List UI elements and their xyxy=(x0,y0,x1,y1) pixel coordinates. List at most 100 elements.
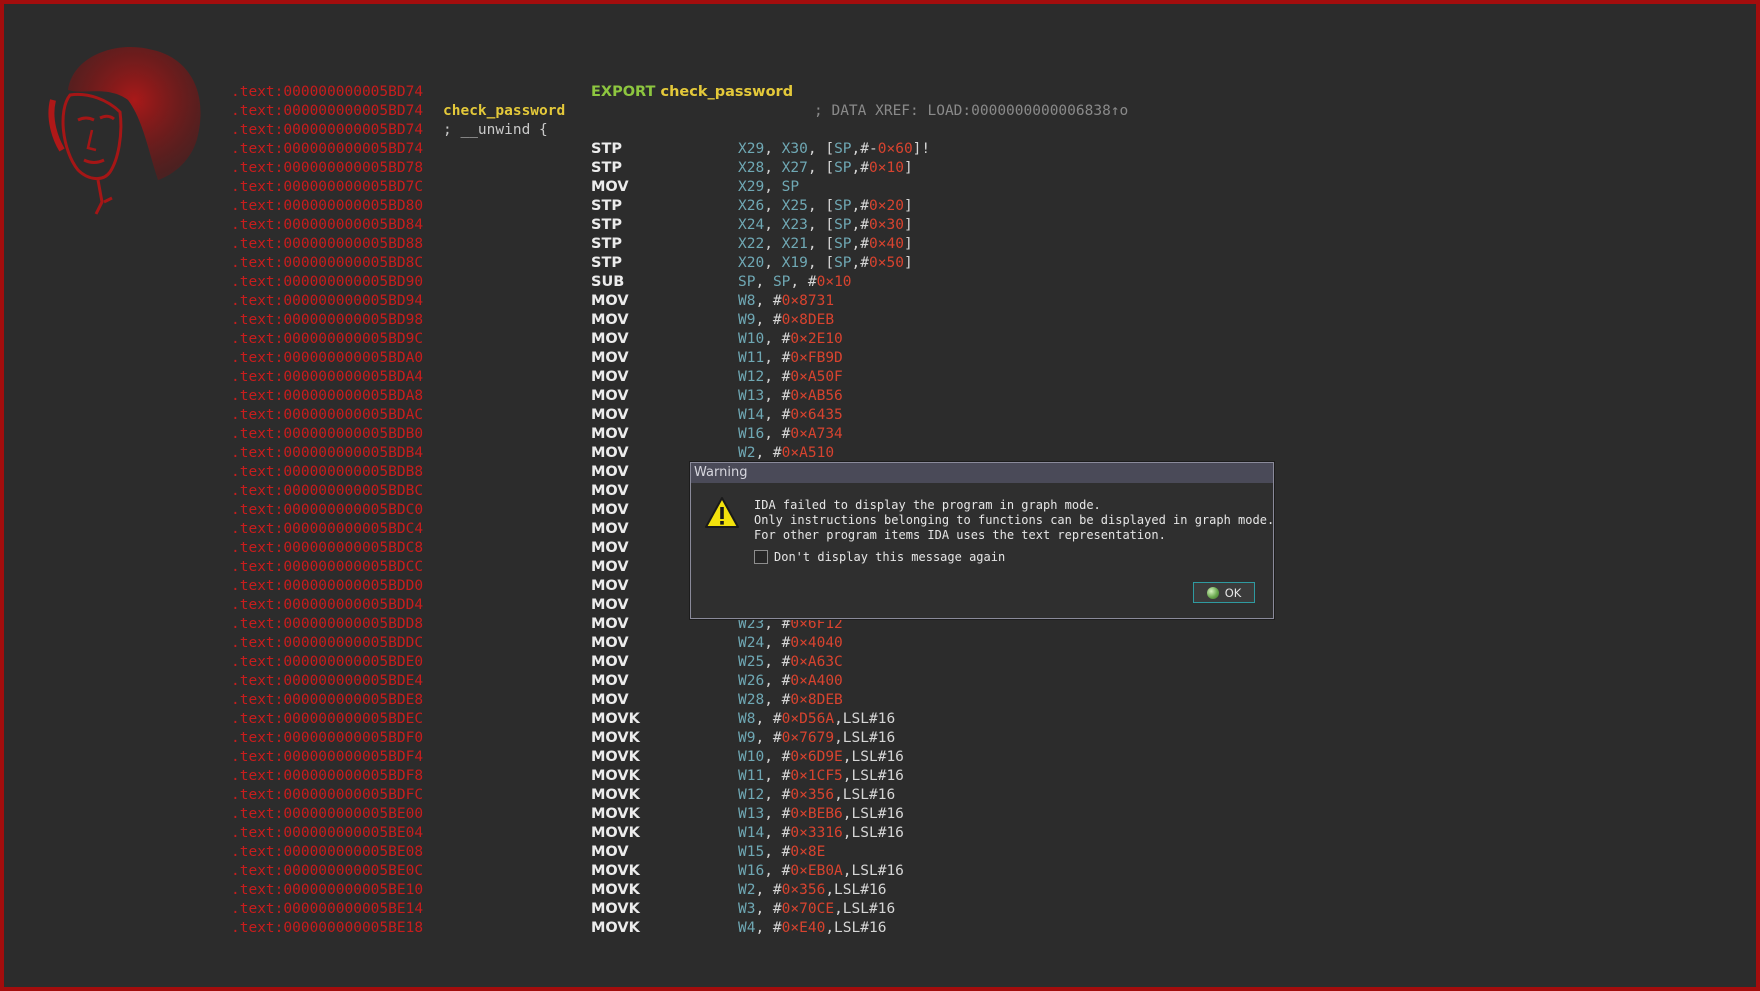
listing-line[interactable]: .text:000000000005BDA8 MOV W13, #0×AB56 xyxy=(231,387,1331,406)
instruction-operands[interactable]: X20, X19, [SP,#0×50] xyxy=(738,254,913,273)
instruction-operands[interactable]: W2, #0×356,LSL#16 xyxy=(738,881,886,900)
register-operand[interactable]: W25 xyxy=(738,654,764,670)
register-operand[interactable]: W14 xyxy=(738,407,764,423)
register-operand[interactable]: W15 xyxy=(738,844,764,860)
line-address[interactable]: .text:000000000005BE10 xyxy=(231,881,423,900)
listing-line[interactable]: .text:000000000005BD90 SUB SP, SP, #0×10 xyxy=(231,273,1331,292)
register-operand[interactable]: W13 xyxy=(738,806,764,822)
immediate-value[interactable]: 0×EB0A xyxy=(790,863,842,879)
instruction-operands[interactable]: W10, #0×6D9E,LSL#16 xyxy=(738,748,904,767)
instruction-operands[interactable]: W26, #0×A400 xyxy=(738,672,843,691)
immediate-value[interactable]: 0×50 xyxy=(869,255,904,271)
immediate-value[interactable]: 0×FB9D xyxy=(790,350,842,366)
listing-line[interactable]: .text:000000000005BD74 STP X29, X30, [SP,#… xyxy=(231,140,1331,159)
line-address[interactable]: .text:000000000005BDA8 xyxy=(231,387,423,406)
instruction-mnemonic[interactable]: STP xyxy=(591,216,622,235)
instruction-operands[interactable]: W8, #0×8731 xyxy=(738,292,834,311)
instruction-mnemonic[interactable]: MOV xyxy=(591,501,629,520)
register-operand[interactable]: W16 xyxy=(738,863,764,879)
immediate-value[interactable]: 0×30 xyxy=(869,217,904,233)
immediate-value[interactable]: 0×10 xyxy=(817,274,852,290)
line-address[interactable]: .text:000000000005BDDC xyxy=(231,634,423,653)
register-operand[interactable]: W4 xyxy=(738,920,755,936)
immediate-value[interactable]: 0×7679 xyxy=(782,730,834,746)
instruction-operands[interactable]: X24, X23, [SP,#0×30] xyxy=(738,216,913,235)
listing-line[interactable]: .text:000000000005BD80 STP X26, X25, [SP,#… xyxy=(231,197,1331,216)
register-operand[interactable]: X20 xyxy=(738,255,764,271)
register-operand[interactable]: W12 xyxy=(738,787,764,803)
instruction-mnemonic[interactable]: MOVK xyxy=(591,729,640,748)
line-address[interactable]: .text:000000000005BD9C xyxy=(231,330,423,349)
unwind-comment[interactable]: ; __unwind { xyxy=(443,121,548,140)
listing-line[interactable]: .text:000000000005BD74 EXPORT check_passw… xyxy=(231,83,1331,102)
instruction-operands[interactable]: W11, #0×1CF5,LSL#16 xyxy=(738,767,904,786)
line-address[interactable]: .text:000000000005BDFC xyxy=(231,786,423,805)
immediate-value[interactable]: 0×3316 xyxy=(790,825,842,841)
instruction-mnemonic[interactable]: MOVK xyxy=(591,900,640,919)
register-operand[interactable]: SP xyxy=(834,141,851,157)
immediate-value[interactable]: 0×20 xyxy=(869,198,904,214)
instruction-mnemonic[interactable]: MOVK xyxy=(591,710,640,729)
listing-line[interactable]: .text:000000000005BDDC MOV W24, #0×4040 xyxy=(231,634,1331,653)
line-address[interactable]: .text:000000000005BD98 xyxy=(231,311,423,330)
line-address[interactable]: .text:000000000005BD90 xyxy=(231,273,423,292)
instruction-mnemonic[interactable]: MOV xyxy=(591,330,629,349)
instruction-operands[interactable]: W13, #0×BEB6,LSL#16 xyxy=(738,805,904,824)
instruction-operands[interactable]: W16, #0×A734 xyxy=(738,425,843,444)
instruction-mnemonic[interactable]: MOVK xyxy=(591,881,640,900)
listing-line[interactable]: .text:000000000005BDF0 MOVK W9, #0×7679,LS… xyxy=(231,729,1331,748)
immediate-value[interactable]: 0×70CE xyxy=(782,901,834,917)
instruction-operands[interactable]: SP, SP, #0×10 xyxy=(738,273,852,292)
immediate-value[interactable]: 0×A510 xyxy=(782,445,834,461)
listing-line[interactable]: .text:000000000005BD7C MOV X29, SP xyxy=(231,178,1331,197)
line-address[interactable]: .text:000000000005BD74 xyxy=(231,121,423,140)
immediate-value[interactable]: 0×8E xyxy=(790,844,825,860)
register-operand[interactable]: X21 xyxy=(782,236,808,252)
instruction-mnemonic[interactable]: MOV xyxy=(591,691,629,710)
instruction-operands[interactable]: W14, #0×3316,LSL#16 xyxy=(738,824,904,843)
instruction-operands[interactable]: W14, #0×6435 xyxy=(738,406,843,425)
register-operand[interactable]: W24 xyxy=(738,635,764,651)
instruction-mnemonic[interactable]: MOVK xyxy=(591,824,640,843)
dont-display-again-label[interactable]: Don't display this message again xyxy=(774,550,1005,564)
instruction-operands[interactable]: W13, #0×AB56 xyxy=(738,387,843,406)
immediate-value[interactable]: 0×40 xyxy=(869,236,904,252)
dont-display-again-checkbox[interactable] xyxy=(754,550,768,564)
line-address[interactable]: .text:000000000005BD78 xyxy=(231,159,423,178)
line-address[interactable]: .text:000000000005BD80 xyxy=(231,197,423,216)
instruction-mnemonic[interactable]: MOV xyxy=(591,520,629,539)
instruction-mnemonic[interactable]: MOVK xyxy=(591,786,640,805)
immediate-value[interactable]: 0×4040 xyxy=(790,635,842,651)
listing-line[interactable]: .text:000000000005BDF4 MOVK W10, #0×6D9E,L… xyxy=(231,748,1331,767)
listing-line[interactable]: .text:000000000005BE18 MOVK W4, #0×E40,LSL… xyxy=(231,919,1331,938)
register-operand[interactable]: W8 xyxy=(738,711,755,727)
instruction-mnemonic[interactable]: MOVK xyxy=(591,767,640,786)
register-operand[interactable]: SP xyxy=(834,160,851,176)
immediate-value[interactable]: 0×E40 xyxy=(782,920,826,936)
register-operand[interactable]: W11 xyxy=(738,768,764,784)
listing-line[interactable]: .text:000000000005BE04 MOVK W14, #0×3316,L… xyxy=(231,824,1331,843)
register-operand[interactable]: X24 xyxy=(738,217,764,233)
instruction-mnemonic[interactable]: STP xyxy=(591,235,622,254)
line-address[interactable]: .text:000000000005BD8C xyxy=(231,254,423,273)
line-address[interactable]: .text:000000000005BE14 xyxy=(231,900,423,919)
listing-line[interactable]: .text:000000000005BE00 MOVK W13, #0×BEB6,L… xyxy=(231,805,1331,824)
instruction-mnemonic[interactable]: MOV xyxy=(591,311,629,330)
listing-line[interactable]: .text:000000000005BD78 STP X28, X27, [SP,#… xyxy=(231,159,1331,178)
listing-line[interactable]: .text:000000000005BD74 check_password ; DA… xyxy=(231,102,1331,121)
immediate-value[interactable]: 0×A63C xyxy=(790,654,842,670)
line-address[interactable]: .text:000000000005BE18 xyxy=(231,919,423,938)
listing-line[interactable]: .text:000000000005BD98 MOV W9, #0×8DEB xyxy=(231,311,1331,330)
register-operand[interactable]: SP xyxy=(782,179,799,195)
immediate-value[interactable]: 0×BEB6 xyxy=(790,806,842,822)
instruction-operands[interactable]: W28, #0×8DEB xyxy=(738,691,843,710)
instruction-mnemonic[interactable]: MOV xyxy=(591,577,629,596)
listing-line[interactable]: .text:000000000005BDE0 MOV W25, #0×A63C xyxy=(231,653,1331,672)
immediate-value[interactable]: 0×6435 xyxy=(790,407,842,423)
immediate-value[interactable]: 0×A734 xyxy=(790,426,842,442)
listing-line[interactable]: .text:000000000005BD84 STP X24, X23, [SP,#… xyxy=(231,216,1331,235)
register-operand[interactable]: X29 xyxy=(738,141,764,157)
immediate-value[interactable]: 0×6D9E xyxy=(790,749,842,765)
line-address[interactable]: .text:000000000005BDB4 xyxy=(231,444,423,463)
instruction-mnemonic[interactable]: MOV xyxy=(591,178,629,197)
